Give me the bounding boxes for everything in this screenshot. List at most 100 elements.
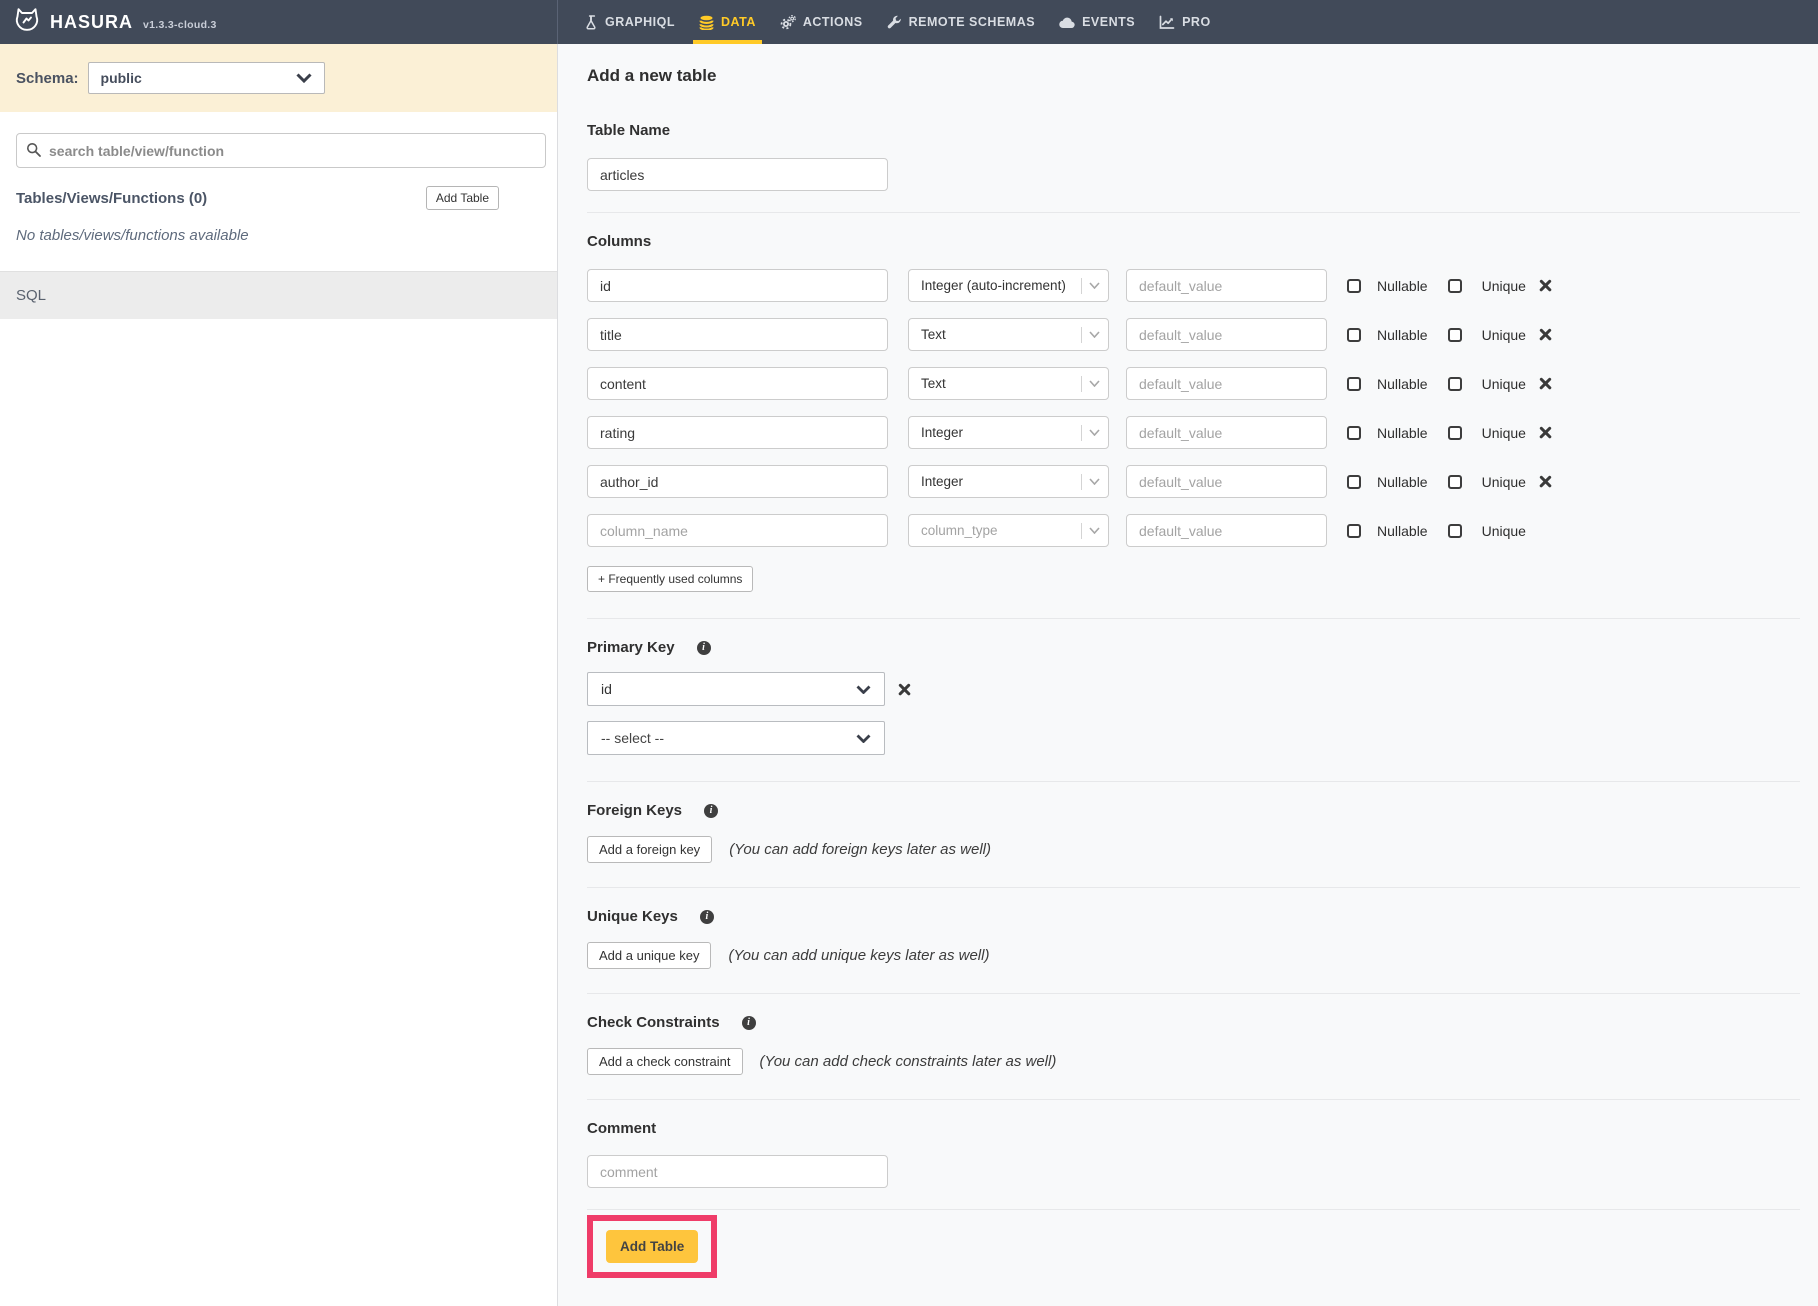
select-adorner	[1081, 376, 1100, 392]
default-value-input[interactable]	[1126, 367, 1327, 400]
table-name-label: Table Name	[587, 122, 1800, 139]
unique-checkbox[interactable]	[1448, 279, 1462, 293]
chevron-down-icon	[1089, 380, 1100, 387]
select-adorner	[1081, 327, 1100, 343]
column-name-input[interactable]	[587, 416, 888, 449]
remove-column-icon[interactable]	[1538, 278, 1553, 293]
remove-primary-key-icon[interactable]	[897, 682, 912, 697]
nav-item-data[interactable]: DATA	[687, 0, 768, 44]
unique-label: Unique	[1482, 278, 1526, 294]
column-type-select[interactable]: Text	[908, 367, 1109, 400]
empty-tables-message: No tables/views/functions available	[16, 227, 543, 244]
column-name-input[interactable]	[587, 465, 888, 498]
add-table-submit-button[interactable]: Add Table	[606, 1230, 698, 1263]
database-icon	[699, 15, 714, 30]
frequently-used-columns-button[interactable]: + Frequently used columns	[587, 566, 753, 592]
column-row: Integer Nullable Unique	[587, 416, 1800, 449]
column-row: Text Nullable Unique	[587, 318, 1800, 351]
main-panel: Add a new table Table Name Columns Integ…	[558, 44, 1818, 1306]
brand[interactable]: HASURA v1.3.3-cloud.3	[0, 0, 558, 44]
unique-checkbox[interactable]	[1448, 475, 1462, 489]
info-icon[interactable]: i	[742, 1016, 756, 1030]
column-type-select[interactable]: column_type	[908, 514, 1109, 547]
nullable-checkbox[interactable]	[1347, 328, 1361, 342]
column-type-select[interactable]: Text	[908, 318, 1109, 351]
unique-checkbox[interactable]	[1448, 426, 1462, 440]
default-value-input[interactable]	[1126, 318, 1327, 351]
column-type-select[interactable]: Integer	[908, 416, 1109, 449]
nullable-checkbox[interactable]	[1347, 377, 1361, 391]
divider	[587, 781, 1800, 782]
info-icon[interactable]: i	[697, 641, 711, 655]
column-type-select[interactable]: Integer	[908, 465, 1109, 498]
column-name-input[interactable]	[587, 318, 888, 351]
column-type-select[interactable]: Integer (auto-increment)	[908, 269, 1109, 302]
remove-column-icon[interactable]	[1538, 327, 1553, 342]
nav-label: GRAPHIQL	[605, 15, 675, 29]
unique-label: Unique	[1482, 376, 1526, 392]
foreign-keys-section-label: Foreign Keys i	[587, 802, 1800, 819]
top-navbar: HASURA v1.3.3-cloud.3 GRAPHIQL	[0, 0, 1818, 44]
default-value-input[interactable]	[1126, 416, 1327, 449]
chevron-down-icon	[856, 685, 871, 694]
nav-label: DATA	[721, 15, 756, 29]
chevron-down-icon	[1089, 331, 1100, 338]
nav-item-actions[interactable]: ACTIONS	[768, 0, 875, 44]
add-table-sidebar-button[interactable]: Add Table	[426, 186, 499, 210]
sql-section[interactable]: SQL	[0, 271, 557, 319]
unique-checkbox[interactable]	[1448, 524, 1462, 538]
comment-input[interactable]	[587, 1155, 888, 1188]
add-check-constraint-button[interactable]: Add a check constraint	[587, 1048, 743, 1075]
nav-label: PRO	[1182, 15, 1211, 29]
nav-item-graphiql[interactable]: GRAPHIQL	[572, 0, 687, 44]
add-unique-key-button[interactable]: Add a unique key	[587, 942, 711, 969]
divider	[587, 1209, 1800, 1210]
add-foreign-key-button[interactable]: Add a foreign key	[587, 836, 712, 863]
check-constraints-note: (You can add check constraints later as …	[760, 1053, 1057, 1070]
column-name-input[interactable]	[587, 514, 888, 547]
column-row: Integer (auto-increment) Nullable Unique	[587, 269, 1800, 302]
primary-key-label: Primary Key	[587, 639, 675, 656]
primary-key-select-empty[interactable]: -- select --	[587, 721, 885, 755]
nullable-label: Nullable	[1377, 523, 1428, 539]
schema-selected-value: public	[101, 70, 142, 86]
column-name-input[interactable]	[587, 367, 888, 400]
column-type-value: Integer	[921, 474, 963, 489]
gears-icon	[780, 15, 796, 30]
default-value-input[interactable]	[1126, 269, 1327, 302]
chevron-down-icon	[1089, 429, 1100, 436]
select-adorner	[1081, 425, 1100, 441]
check-constraints-section-label: Check Constraints i	[587, 1014, 1800, 1031]
divider	[587, 1099, 1800, 1100]
unique-checkbox[interactable]	[1448, 377, 1462, 391]
info-icon[interactable]: i	[700, 910, 714, 924]
schema-select[interactable]: public	[88, 62, 325, 94]
nullable-checkbox[interactable]	[1347, 279, 1361, 293]
divider	[587, 993, 1800, 994]
column-name-input[interactable]	[587, 269, 888, 302]
column-type-value: Integer	[921, 425, 963, 440]
remove-column-icon[interactable]	[1538, 474, 1553, 489]
nullable-checkbox[interactable]	[1347, 524, 1361, 538]
default-value-input[interactable]	[1126, 465, 1327, 498]
primary-key-select[interactable]: id	[587, 672, 885, 706]
remove-column-icon[interactable]	[1538, 376, 1553, 391]
cloud-icon	[1059, 16, 1075, 29]
nullable-checkbox[interactable]	[1347, 426, 1361, 440]
divider	[587, 618, 1800, 619]
nullable-checkbox[interactable]	[1347, 475, 1361, 489]
table-name-input[interactable]	[587, 158, 888, 191]
nav-item-pro[interactable]: PRO	[1147, 0, 1223, 44]
search-icon	[26, 142, 42, 163]
default-value-input[interactable]	[1126, 514, 1327, 547]
remove-column-icon[interactable]	[1538, 425, 1553, 440]
unique-label: Unique	[1482, 425, 1526, 441]
search-input[interactable]	[16, 133, 546, 168]
nav-item-events[interactable]: EVENTS	[1047, 0, 1147, 44]
nav-item-remote-schemas[interactable]: REMOTE SCHEMAS	[875, 0, 1047, 44]
select-adorner	[1081, 523, 1100, 539]
nav-label: ACTIONS	[803, 15, 863, 29]
info-icon[interactable]: i	[704, 804, 718, 818]
unique-checkbox[interactable]	[1448, 328, 1462, 342]
brand-title: HASURA	[50, 12, 133, 33]
